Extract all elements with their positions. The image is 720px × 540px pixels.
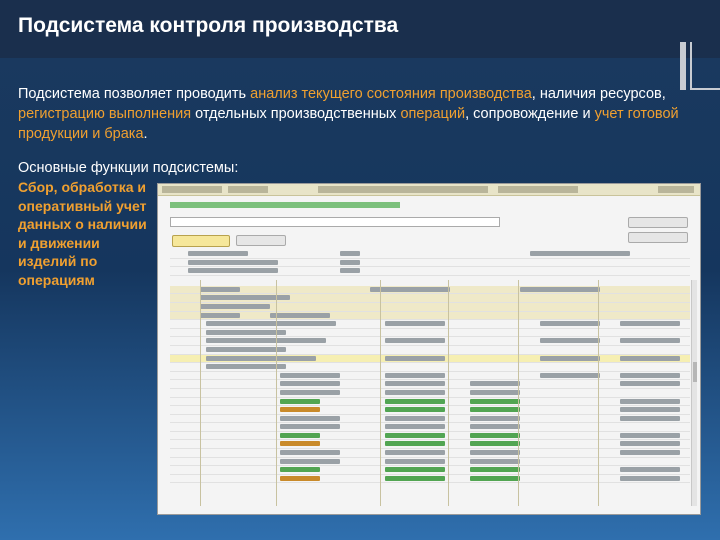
para-text-5: .	[143, 126, 148, 142]
highlight-operations: операций	[400, 106, 466, 122]
functions-heading: Основные функции подсистемы:	[18, 160, 239, 176]
app-screenshot	[157, 183, 701, 515]
screenshot-form-heading	[170, 201, 410, 212]
slide-title: Подсистема контроля производства	[18, 14, 399, 37]
screenshot-titlebar	[158, 184, 700, 196]
screenshot-grid	[170, 250, 690, 484]
description-paragraph: Подсистема позволяет проводить анализ те…	[18, 84, 698, 144]
para-text-1: Подсистема позволяет проводить	[18, 86, 251, 102]
screenshot-button-2	[628, 232, 688, 243]
functions-list: Сбор, обработка и оперативный учет данны…	[18, 179, 147, 288]
highlight-analysis: анализ текущего состояния производства	[250, 86, 532, 102]
screenshot-form-button	[172, 235, 230, 247]
para-text-3: отдельных производственных	[191, 106, 401, 122]
screenshot-button-1	[628, 217, 688, 228]
para-text-4: , сопровождение и	[465, 106, 595, 122]
para-text-2: , наличия ресурсов,	[531, 86, 666, 102]
screenshot-button-3	[236, 235, 286, 246]
screenshot-scrollbar	[691, 280, 697, 506]
screenshot-field	[170, 217, 500, 227]
highlight-registration: регистрацию выполнения	[18, 106, 192, 122]
